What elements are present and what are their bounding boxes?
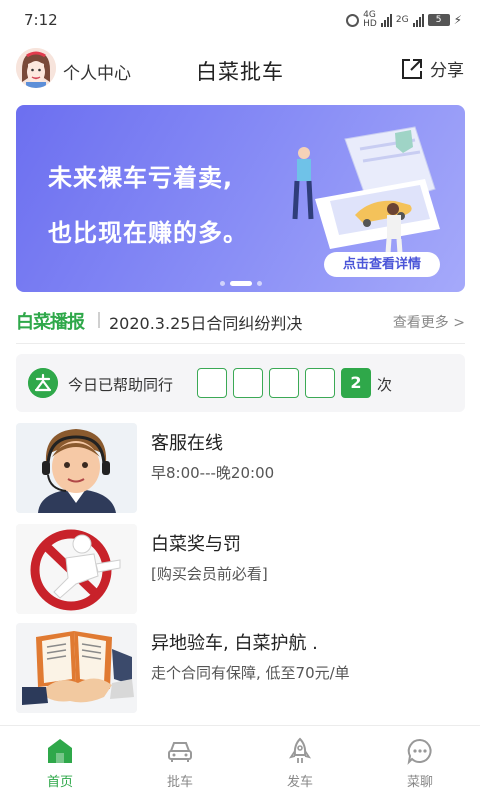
banner-dot[interactable]	[219, 281, 225, 286]
tab-wholesale[interactable]: 批车	[120, 726, 240, 800]
counter-digit	[197, 368, 227, 398]
signal-icon	[380, 13, 392, 27]
service-item-remote-inspection[interactable]: 异地验车, 白菜护航 . 走个合同有保障, 低至70元/单	[16, 623, 465, 715]
banner-headline-2: 也比现在赚的多。	[48, 219, 248, 247]
helper-badge-icon	[28, 368, 58, 398]
promo-banner[interactable]: 未来裸车亏着卖, 也比现在赚的多。 点击查看详情	[16, 105, 465, 292]
service-subtitle: 早8:00---晚20:00	[151, 464, 275, 482]
contract-handshake-illustration	[16, 623, 137, 713]
banner-headline-1: 未来裸车亏着卖,	[48, 164, 234, 192]
remote-inspection-image	[16, 623, 137, 713]
service-title: 客服在线	[151, 433, 223, 454]
network-2g-label: 2G	[395, 14, 409, 25]
tab-home[interactable]: 首页	[0, 726, 120, 800]
service-title: 异地验车, 白菜护航 .	[151, 633, 318, 654]
share-label: 分享	[430, 61, 464, 81]
charging-icon: ⚡	[453, 13, 462, 27]
tab-label: 首页	[46, 775, 73, 790]
counter-digit-filled: 2	[341, 368, 371, 398]
network-hd-label: HD	[363, 19, 377, 29]
banner-pagination	[16, 281, 465, 286]
customer-service-image	[16, 423, 137, 513]
service-item-rewards-penalties[interactable]: 白菜奖与罚 [购买会员前必看]	[16, 524, 465, 616]
news-logo: 白菜播报	[16, 312, 85, 333]
status-bar: 7:12 4G HD 2G 5 ⚡	[0, 0, 480, 40]
tab-label: 批车	[166, 775, 193, 790]
news-headline[interactable]: 2020.3.25日合同纠纷判决	[109, 310, 302, 334]
helped-unit: 次	[377, 376, 393, 394]
tab-chat[interactable]: 菜聊	[360, 726, 480, 800]
app-header: 个人中心 白菜批车 分享	[0, 40, 480, 98]
rewards-penalties-image	[16, 524, 137, 614]
signal-icon-2	[412, 13, 424, 27]
banner-detail-button[interactable]: 点击查看详情	[324, 252, 440, 277]
share-button[interactable]: 分享	[400, 56, 464, 81]
car-icon	[168, 742, 192, 762]
status-time: 7:12	[24, 11, 58, 29]
service-subtitle: [购买会员前必看]	[151, 565, 268, 583]
customer-service-agent-illustration	[16, 423, 137, 513]
tab-label: 发车	[286, 775, 313, 790]
news-divider	[98, 312, 100, 328]
network-indicator: 4G HD	[363, 11, 377, 29]
news-ticker: 白菜播报 2020.3.25日合同纠纷判决 查看更多 >	[16, 306, 465, 336]
helped-counter: 今日已帮助同行 2 次	[16, 354, 465, 412]
service-subtitle: 走个合同有保障, 低至70元/单	[151, 664, 350, 682]
service-title: 白菜奖与罚	[151, 534, 241, 555]
news-more-link[interactable]: 查看更多 >	[393, 312, 465, 332]
alarm-icon	[346, 13, 360, 27]
home-icon	[48, 739, 72, 763]
tab-label: 菜聊	[406, 775, 433, 790]
counter-digit	[233, 368, 263, 398]
rocket-icon	[288, 737, 312, 763]
bottom-tab-bar: 首页 批车 发车 菜聊	[0, 725, 480, 800]
battery-icon: 5	[427, 14, 450, 26]
service-item-customer-service[interactable]: 客服在线 早8:00---晚20:00	[16, 423, 465, 515]
banner-dot[interactable]	[256, 281, 262, 286]
tab-publish[interactable]: 发车	[240, 726, 360, 800]
laptop-car-illustration	[292, 126, 440, 268]
divider	[16, 343, 465, 344]
prohibited-sign-illustration	[16, 524, 137, 614]
chat-icon	[407, 738, 432, 765]
banner-dot-active[interactable]	[229, 281, 252, 286]
share-icon	[402, 58, 422, 79]
counter-digit	[305, 368, 335, 398]
helped-label: 今日已帮助同行	[68, 376, 174, 394]
counter-digit	[269, 368, 299, 398]
status-icons: 4G HD 2G 5 ⚡	[346, 10, 462, 30]
